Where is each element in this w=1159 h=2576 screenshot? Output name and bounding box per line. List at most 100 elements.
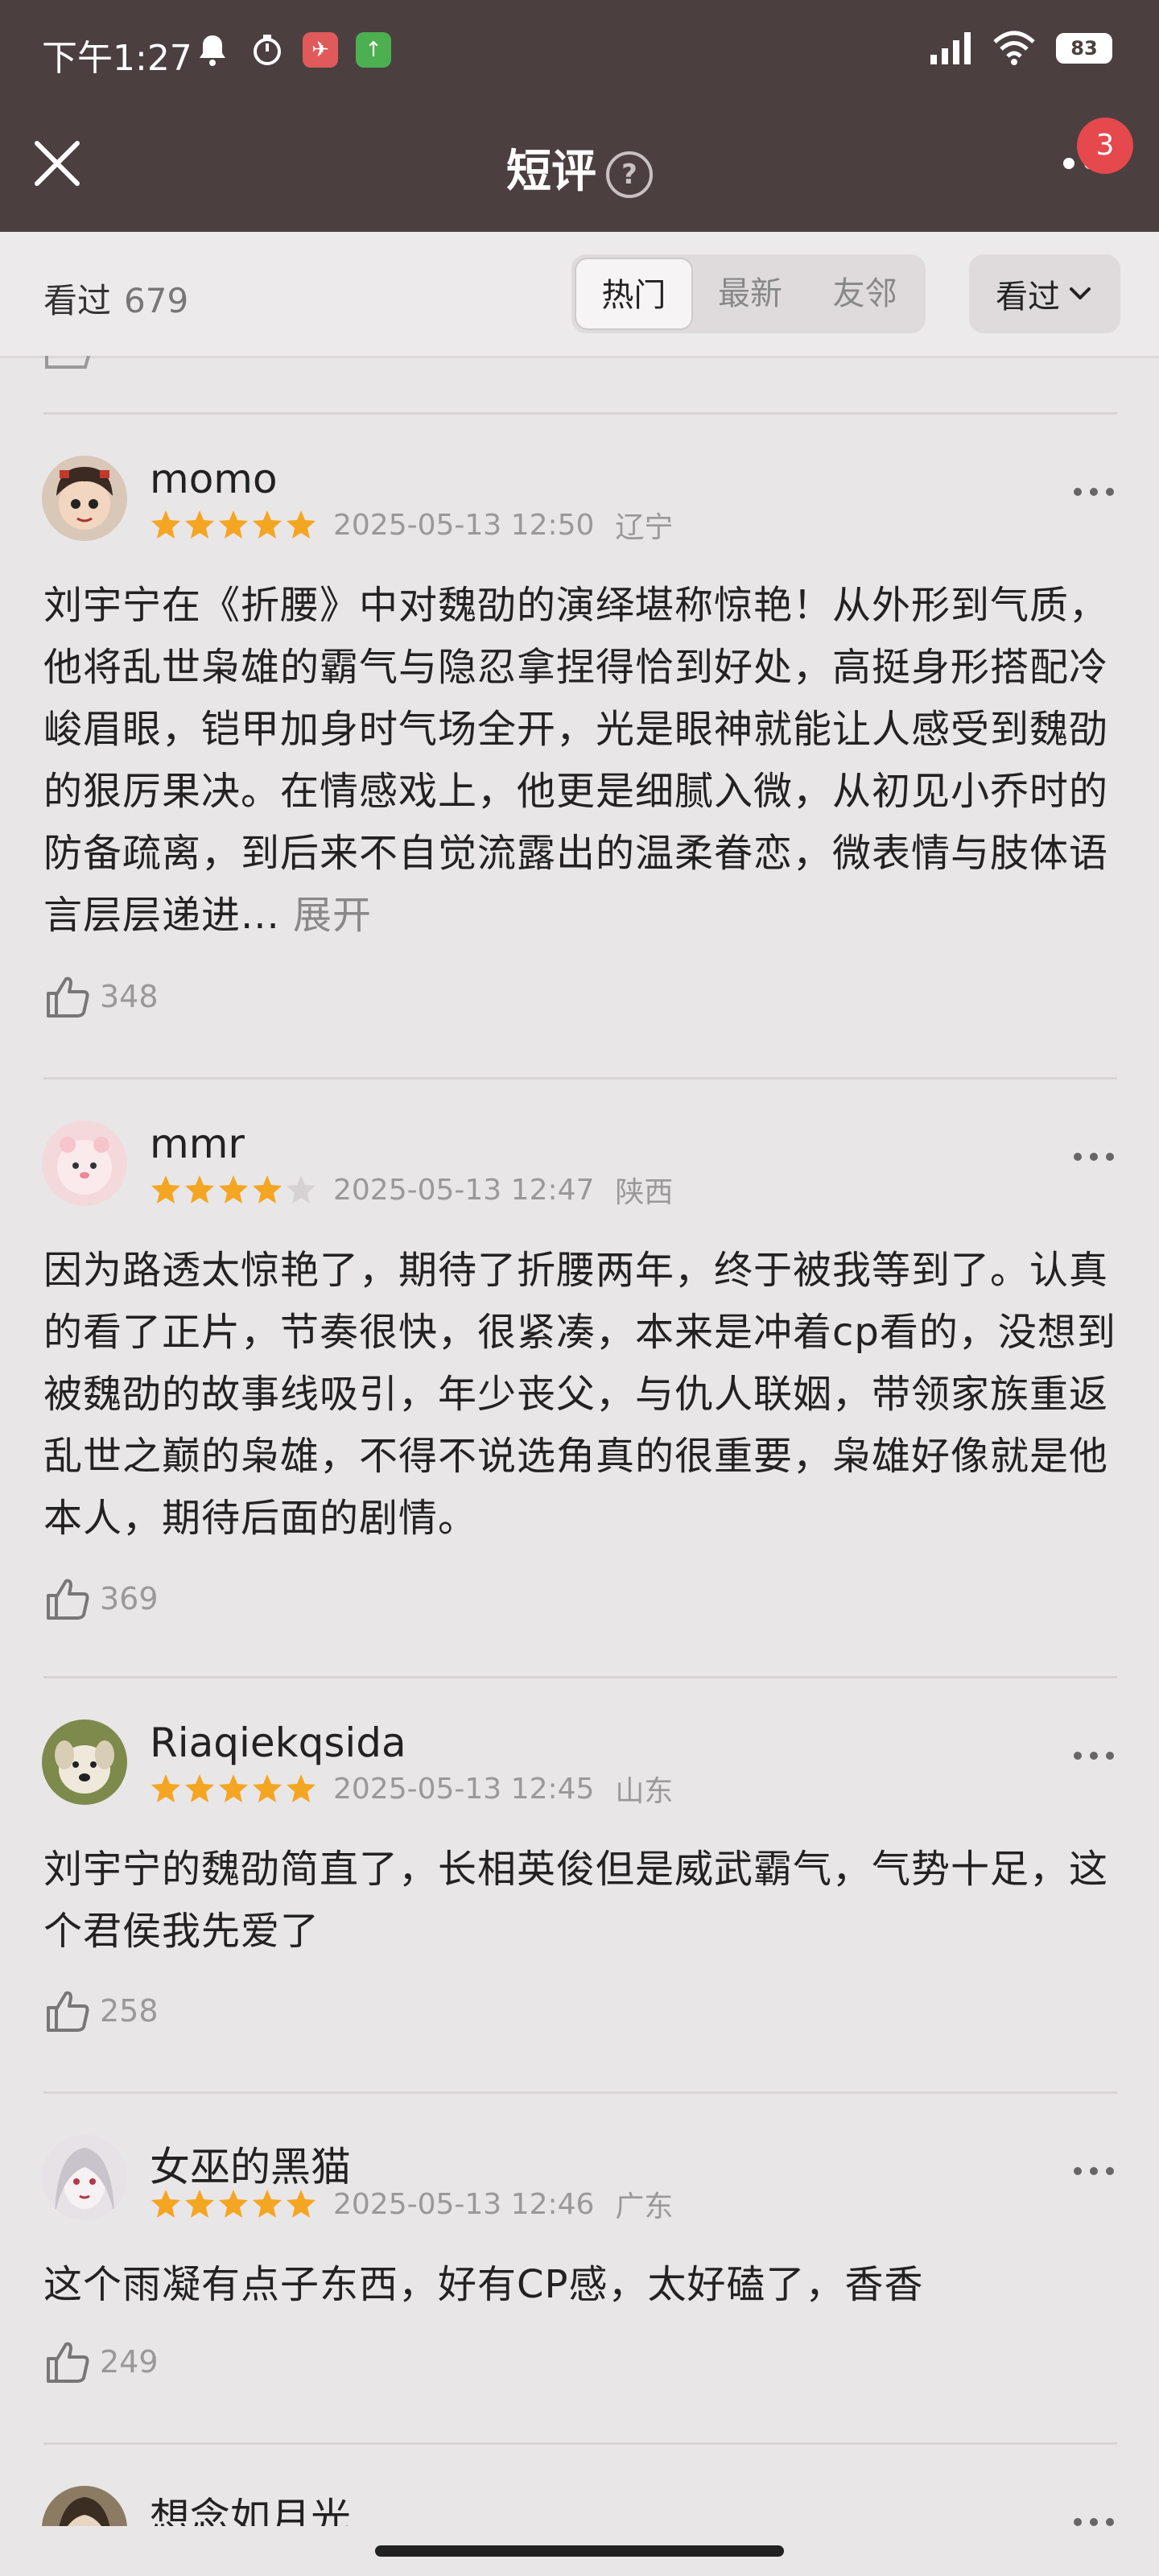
- review-text-content: 刘宇宁在《折腰》中对魏劭的演绎堪称惊艳！从外形到气质，他将乱世枭雄的霸气与隐忍拿…: [43, 583, 1109, 938]
- review-text-content: 刘宇宁的魏劭简直了，长相英俊但是威武霸气，气势十足，这个君侯我先爱了: [43, 1847, 1109, 1954]
- like-button[interactable]: 249: [45, 2339, 159, 2384]
- star-filled-icon: [151, 510, 180, 539]
- rating-stars: [150, 509, 317, 541]
- star-filled-icon: [287, 510, 316, 539]
- star-filled-icon: [185, 1774, 214, 1802]
- review-location: 陕西: [615, 1176, 674, 1209]
- review-more-icon[interactable]: [1074, 488, 1114, 496]
- watched-count-label: 看过: [43, 281, 112, 320]
- review-location: 广东: [615, 2190, 674, 2223]
- star-filled-icon: [151, 2190, 180, 2218]
- review-location: 辽宁: [615, 511, 674, 544]
- status-bar: 下午1:27 ✈ ↑ 83: [0, 0, 1159, 105]
- star-filled-icon: [253, 510, 282, 539]
- tab-friends[interactable]: 友邻: [807, 258, 922, 330]
- star-filled-icon: [185, 2190, 214, 2218]
- divider: [43, 412, 1117, 415]
- divider: [43, 1676, 1117, 1678]
- like-count: 348: [100, 979, 159, 1014]
- star-filled-icon: [185, 1175, 214, 1203]
- username[interactable]: Riaqiekqsida: [150, 1719, 406, 1766]
- review-more-icon[interactable]: [1074, 1153, 1114, 1161]
- chevron-down-icon: [1070, 287, 1091, 299]
- review-text-content: 这个雨凝有点子东西，好有CP感，太好磕了，香香: [43, 2262, 924, 2307]
- like-count: 258: [100, 1993, 159, 2029]
- status-notification-icons: ✈ ↑: [193, 31, 391, 69]
- review-date: 2025-05-13 12:50: [333, 508, 595, 542]
- avatar[interactable]: [42, 456, 127, 541]
- like-button[interactable]: 369: [45, 1576, 159, 1621]
- divider: [43, 2442, 1117, 2445]
- star-filled-icon: [287, 2190, 316, 2218]
- watched-filter-dropdown[interactable]: 看过: [969, 254, 1120, 333]
- tab-hot[interactable]: 热门: [575, 258, 693, 330]
- app-notification-icon-red: ✈: [303, 32, 338, 68]
- alarm-bell-icon: [200, 35, 225, 66]
- signal-icon: [930, 32, 971, 64]
- tab-latest[interactable]: 最新: [693, 258, 808, 330]
- avatar[interactable]: [42, 1121, 127, 1206]
- watched-filter-label: 看过: [996, 279, 1060, 316]
- navigation-bar: 短评? 3: [0, 105, 1159, 232]
- username[interactable]: momo: [150, 456, 278, 502]
- review-date: 2025-05-13 12:47: [333, 1173, 595, 1207]
- review-meta: 2025-05-13 12:46 广东: [150, 2183, 673, 2225]
- star-filled-icon: [219, 510, 248, 539]
- filter-bar: 看过 679 热门 最新 友邻 看过: [0, 232, 1159, 358]
- review-date: 2025-05-13 12:46: [333, 2187, 595, 2221]
- previous-like-icon[interactable]: [45, 356, 90, 370]
- username[interactable]: mmr: [150, 1121, 245, 1167]
- star-filled-icon: [253, 1774, 282, 1802]
- thumbs-up-icon: [47, 1991, 89, 2032]
- thumbs-up-icon: [47, 2342, 89, 2383]
- review-text-content: 因为路透太惊艳了，期待了折腰两年，终于被我等到了。认真的看了正片，节奏很快，很紧…: [43, 1248, 1116, 1541]
- review-more-icon[interactable]: [1074, 2167, 1114, 2175]
- rating-stars: [150, 1773, 317, 1805]
- like-button[interactable]: 348: [45, 974, 159, 1019]
- star-filled-icon: [151, 1175, 180, 1203]
- like-button[interactable]: 258: [45, 1988, 159, 2033]
- star-filled-icon: [219, 1175, 248, 1203]
- status-time: 下午1:27: [42, 38, 192, 79]
- star-filled-icon: [185, 510, 214, 539]
- review-meta: 2025-05-13 12:45 山东: [150, 1768, 673, 1810]
- home-indicator[interactable]: [375, 2545, 784, 2557]
- review-text[interactable]: 刘宇宁在《折腰》中对魏劭的演绎堪称惊艳！从外形到气质，他将乱世枭雄的霸气与隐忍拿…: [43, 575, 1119, 947]
- help-icon[interactable]: ?: [606, 151, 653, 198]
- star-filled-icon: [151, 1774, 180, 1802]
- review-more-icon[interactable]: [1074, 2518, 1114, 2526]
- app-notification-icon-green: ↑: [356, 32, 391, 68]
- review-text[interactable]: 因为路透太惊艳了，期待了折腰两年，终于被我等到了。认真的看了正片，节奏很快，很紧…: [43, 1240, 1119, 1550]
- battery-indicator: 83: [1056, 33, 1112, 64]
- star-filled-icon: [253, 2190, 282, 2218]
- review-location: 山东: [615, 1775, 674, 1808]
- like-count: 249: [100, 2344, 159, 2380]
- timer-icon: [254, 35, 281, 65]
- page-title-text: 短评: [506, 146, 596, 198]
- review-text[interactable]: 这个雨凝有点子东西，好有CP感，太好磕了，香香: [43, 2254, 1119, 2316]
- star-filled-icon: [253, 1175, 282, 1203]
- star-filled-icon: [287, 1774, 316, 1802]
- avatar[interactable]: [42, 1719, 127, 1805]
- review-date: 2025-05-13 12:45: [333, 1772, 595, 1806]
- review-meta: 2025-05-13 12:50 辽宁: [150, 504, 673, 546]
- like-count: 369: [100, 1581, 159, 1616]
- wifi-icon: [993, 31, 1035, 65]
- divider: [43, 2091, 1117, 2094]
- review-text[interactable]: 刘宇宁的魏劭简直了，长相英俊但是威武霸气，气势十足，这个君侯我先爱了: [43, 1839, 1119, 1963]
- avatar[interactable]: [42, 2135, 127, 2220]
- status-system-icons: 83: [929, 31, 1112, 66]
- notification-badge[interactable]: 3: [1077, 118, 1133, 174]
- page-title: 短评?: [0, 135, 1159, 200]
- watched-count: 看过 679: [43, 274, 188, 323]
- rating-stars: [150, 2188, 317, 2220]
- expand-link[interactable]: 展开: [293, 893, 372, 938]
- watched-count-number: 679: [124, 281, 189, 320]
- thumbs-up-icon: [47, 1579, 89, 1620]
- review-more-icon[interactable]: [1074, 1752, 1114, 1760]
- star-filled-icon: [219, 1774, 248, 1802]
- star-empty-icon: [287, 1175, 316, 1203]
- thumbs-up-icon: [47, 976, 89, 1018]
- review-meta: 2025-05-13 12:47 陕西: [150, 1169, 673, 1211]
- star-filled-icon: [219, 2190, 248, 2218]
